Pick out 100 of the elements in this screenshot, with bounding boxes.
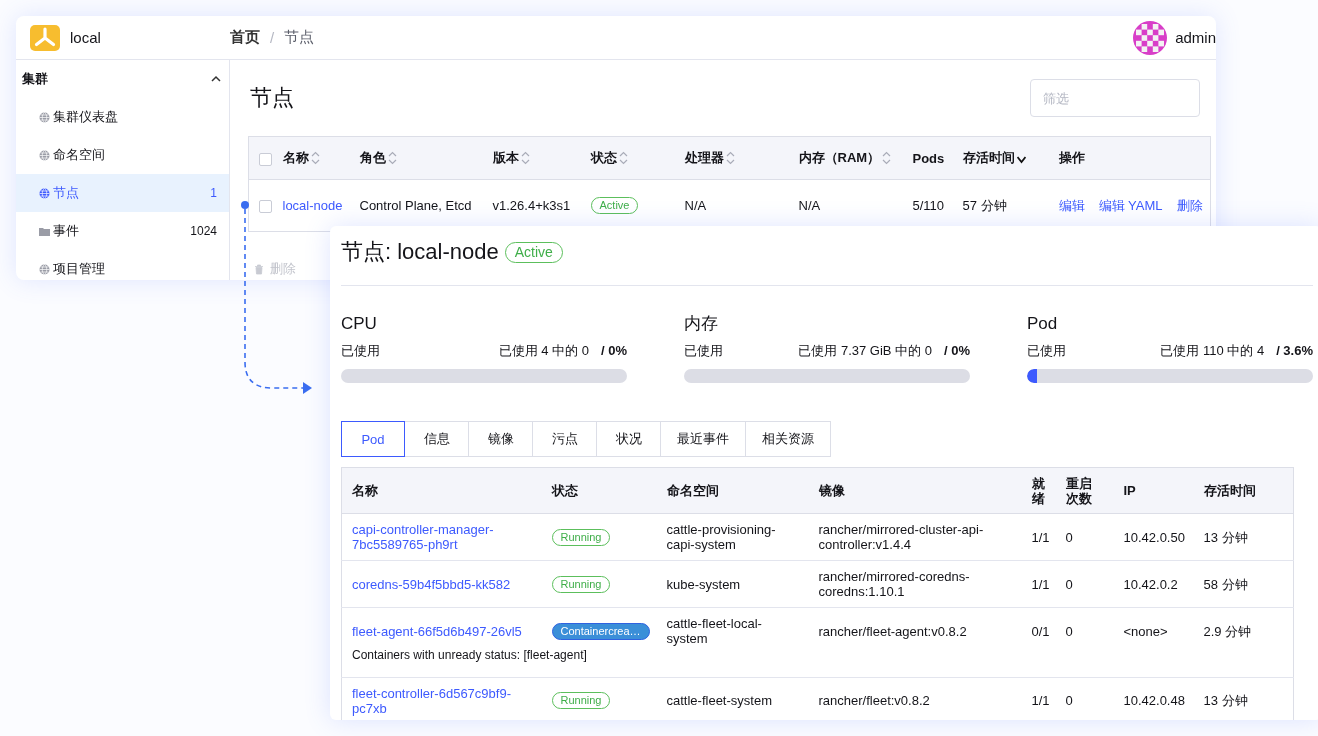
table-cell: 0 <box>1065 576 1073 592</box>
tab[interactable]: 信息 <box>405 421 469 457</box>
status-message: Containers with unready status: [fleet-agent] <box>352 648 587 662</box>
detail-title: 节点: local-node <box>341 238 499 266</box>
pod-link[interactable]: fleet-agent-66f5d6b497-26vl5 <box>352 623 536 639</box>
table-cell: 10.42.0.2 <box>1123 576 1178 592</box>
table-cell: 0/1 <box>1031 623 1050 639</box>
breadcrumb-link[interactable]: 首页 <box>230 28 260 47</box>
sidebar-item[interactable]: 节点 1 <box>16 174 229 212</box>
table-cell: 58 分钟 <box>1203 576 1248 592</box>
cluster-name: local <box>70 29 101 46</box>
logo-icon <box>30 24 60 51</box>
table-cell: 2.9 分钟 <box>1203 623 1252 639</box>
checkbox[interactable] <box>259 200 272 214</box>
item-count: 1 <box>210 186 217 200</box>
gauge-reading: 已使用 110 中的 4 <box>1160 342 1265 360</box>
table-cell: v1.26.4+k3s1 <box>486 179 585 232</box>
table-cell: 13 分钟 <box>1203 529 1248 545</box>
gauge-reading: 已使用 7.37 GiB 中的 0 <box>798 342 932 360</box>
table-cell: <none> <box>1123 623 1168 639</box>
table-cell: Control Plane, Etcd <box>353 179 487 232</box>
folder-icon <box>39 225 50 237</box>
tab[interactable]: 镜像 <box>469 421 533 457</box>
status-badge: Active <box>504 241 563 263</box>
gauge-label: 已使用 <box>341 342 380 360</box>
table-cell: cattle-fleet-system <box>666 693 772 708</box>
status-badge: Containercrea… <box>551 622 650 640</box>
table-cell: rancher/mirrored-cluster-api-controller:v1.4.4 <box>818 522 984 552</box>
gauge-title: CPU <box>341 313 378 335</box>
table-cell: 0 <box>1065 623 1073 639</box>
breadcrumb-current: 节点 <box>284 28 315 47</box>
table-cell: 0 <box>1065 693 1073 708</box>
column-header: 操作 <box>1058 149 1085 167</box>
action-link[interactable]: 编辑 <box>1058 196 1085 215</box>
breadcrumb-separator: / <box>270 29 275 46</box>
table-cell: cattle-provisioning-capi-system <box>666 522 776 552</box>
globe-icon <box>39 149 50 161</box>
column-header: 状态 <box>551 483 578 498</box>
table-cell: 1/1 <box>1031 529 1050 545</box>
filter-field[interactable]: 筛选 <box>1030 79 1200 117</box>
avatar-icon <box>1133 20 1168 55</box>
pod-link[interactable]: coredns-59b4f5bbd5-kk582 <box>352 576 536 592</box>
table-cell: kube-system <box>666 576 741 592</box>
status-badge: Active <box>590 197 639 214</box>
column-header: 重启次数 <box>1065 475 1092 506</box>
pod-link[interactable]: capi-controller-manager-7bc5589765-ph9rt <box>352 522 536 552</box>
column-header: IP <box>1123 483 1136 498</box>
table-cell: N/A <box>792 179 907 232</box>
table-cell: 10.42.0.50 <box>1123 529 1185 545</box>
sidebar-item[interactable]: 集群仪表盘 <box>16 98 229 136</box>
gauge-percent: / 3.6% <box>1276 342 1313 360</box>
node-link[interactable]: local-node <box>282 198 343 213</box>
gauge-title: 内存 <box>684 313 719 335</box>
action-link[interactable]: 编辑 YAML <box>1098 196 1163 215</box>
action-link[interactable]: 删除 <box>1176 196 1203 215</box>
tab[interactable]: 相关资源 <box>746 421 831 457</box>
sidebar-item[interactable]: 命名空间 <box>16 136 229 174</box>
pod-link[interactable]: fleet-controller-6d567c9bf9-pc7xb <box>352 685 536 716</box>
group-label: 集群 <box>22 70 48 88</box>
globe-icon <box>39 111 50 123</box>
user-name[interactable]: admin <box>1175 29 1216 46</box>
gauge-label: 已使用 <box>1027 342 1066 360</box>
column-header[interactable]: 角色 <box>359 149 386 167</box>
sidebar-item[interactable]: 事件 1024 <box>16 212 229 250</box>
gauge-label: 已使用 <box>684 342 723 360</box>
gauge-title: Pod <box>1027 313 1059 335</box>
table-cell: 57 分钟 <box>956 179 1053 232</box>
table-cell: rancher/mirrored-coredns-coredns:1.10.1 <box>818 569 970 599</box>
checkbox[interactable] <box>259 152 272 166</box>
column-header: Pods <box>912 150 945 166</box>
column-header[interactable]: 版本 <box>492 149 519 167</box>
gauge-percent: / 0% <box>944 342 970 360</box>
column-header[interactable]: 处理器 <box>684 149 724 167</box>
column-header[interactable]: 名称 <box>282 149 309 167</box>
table-cell: 0 <box>1065 529 1073 545</box>
status-badge: Running <box>551 528 611 546</box>
sidebar-item[interactable]: 项目管理 <box>16 250 229 280</box>
table-cell: 5/110 <box>906 179 957 232</box>
column-header: 存活时间 <box>1203 483 1256 498</box>
tab[interactable]: 污点 <box>533 421 597 457</box>
column-header: 名称 <box>352 483 378 498</box>
globe-icon <box>39 187 50 199</box>
tab[interactable]: 最近事件 <box>661 421 746 457</box>
column-header: 就绪 <box>1031 475 1045 506</box>
table-cell: rancher/fleet:v0.8.2 <box>818 693 930 708</box>
table-cell: cattle-fleet-local-system <box>666 616 762 646</box>
item-count: 1024 <box>190 224 217 238</box>
table-cell: 10.42.0.48 <box>1123 693 1185 708</box>
page-title: 节点 <box>250 84 294 112</box>
column-header: 镜像 <box>818 483 845 498</box>
status-badge: Running <box>551 692 611 709</box>
tab[interactable]: 状况 <box>597 421 661 457</box>
gauge-percent: / 0% <box>601 342 627 360</box>
table-cell: 13 分钟 <box>1203 693 1248 708</box>
status-badge: Running <box>551 575 611 593</box>
gauge-reading: 已使用 4 中的 0 <box>498 342 589 360</box>
tab[interactable]: Pod <box>341 421 405 457</box>
sidebar-group[interactable]: 集群 <box>16 60 229 98</box>
column-header[interactable]: 状态 <box>590 149 617 167</box>
globe-icon <box>39 263 50 275</box>
